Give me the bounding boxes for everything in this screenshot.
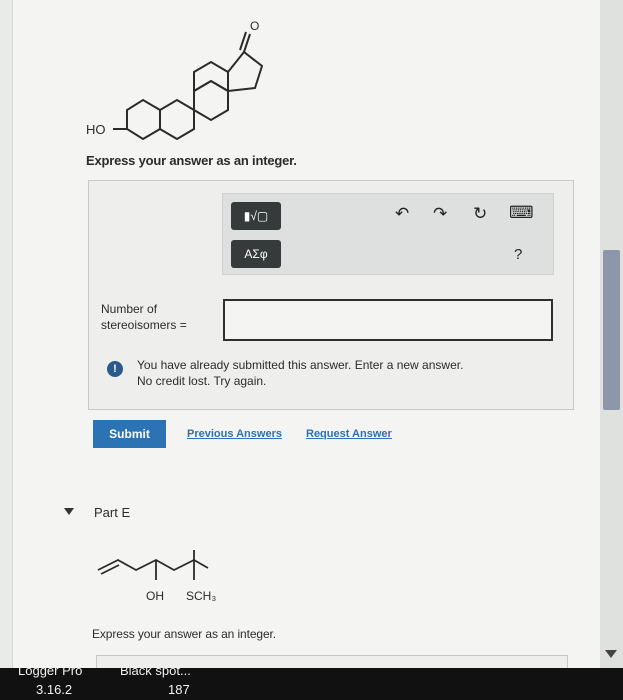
undo-icon[interactable]: ↶ [395, 204, 409, 224]
previous-answers-link[interactable]: Previous Answers [187, 428, 282, 440]
reset-icon[interactable]: ↻ [473, 204, 487, 224]
taskbar-item-2-subtitle[interactable]: 187 [168, 682, 190, 697]
dock-taskbar: Logger Pro 3.16.2 Black spot... 187 [0, 668, 623, 700]
request-answer-link[interactable]: Request Answer [306, 428, 392, 440]
hydroxyl-label: HO [86, 122, 106, 137]
methylthio-label: SCH₃ [186, 589, 216, 603]
taskbar-item-1-subtitle[interactable]: 3.16.2 [36, 682, 72, 697]
alert-line2: No credit lost. Try again. [137, 374, 267, 388]
submit-button[interactable]: Submit [93, 420, 166, 448]
keyboard-icon[interactable]: ⌨ [509, 203, 534, 223]
redo-icon[interactable]: ↷ [433, 204, 447, 224]
collapse-arrow-icon[interactable] [64, 508, 74, 515]
vertical-scrollbar[interactable] [600, 0, 623, 668]
ketone-oxygen-label: O [250, 19, 259, 33]
templates-button[interactable]: ▮√▢ [231, 202, 281, 230]
steroid-structure: O HO [86, 19, 264, 140]
greek-symbols-button[interactable]: ΑΣφ [231, 240, 281, 268]
alert-message: You have already submitted this answer. … [137, 357, 537, 389]
part-e-prompt: Express your answer as an integer. [92, 627, 277, 641]
answer-label-line2: stereoisomers = [101, 318, 187, 332]
math-toolbar: ▮√▢ ΑΣφ ↶ ↷ ↻ ⌨ ? [222, 193, 554, 275]
answer-panel: ▮√▢ ΑΣφ ↶ ↷ ↻ ⌨ ? Number of stereoisomer… [88, 180, 574, 410]
hydroxyl-label-part-e: OH [146, 589, 164, 603]
stereoisomers-input[interactable] [223, 299, 553, 341]
part-e-label[interactable]: Part E [94, 505, 130, 520]
help-icon[interactable]: ? [514, 246, 522, 263]
scroll-down-arrow-icon[interactable] [605, 650, 617, 658]
part-e-structure: OH SCH₃ [97, 550, 216, 603]
taskbar-item-1-title[interactable]: Logger Pro [18, 668, 82, 678]
alert-icon: ! [107, 361, 123, 377]
alert-line1: You have already submitted this answer. … [137, 358, 464, 372]
scrollbar-thumb[interactable] [603, 250, 620, 410]
question-prompt: Express your answer as an integer. [86, 153, 297, 168]
taskbar-item-2-title[interactable]: Black spot... [120, 668, 191, 678]
answer-label-line1: Number of [101, 302, 158, 316]
answer-label: Number of stereoisomers = [101, 301, 211, 333]
